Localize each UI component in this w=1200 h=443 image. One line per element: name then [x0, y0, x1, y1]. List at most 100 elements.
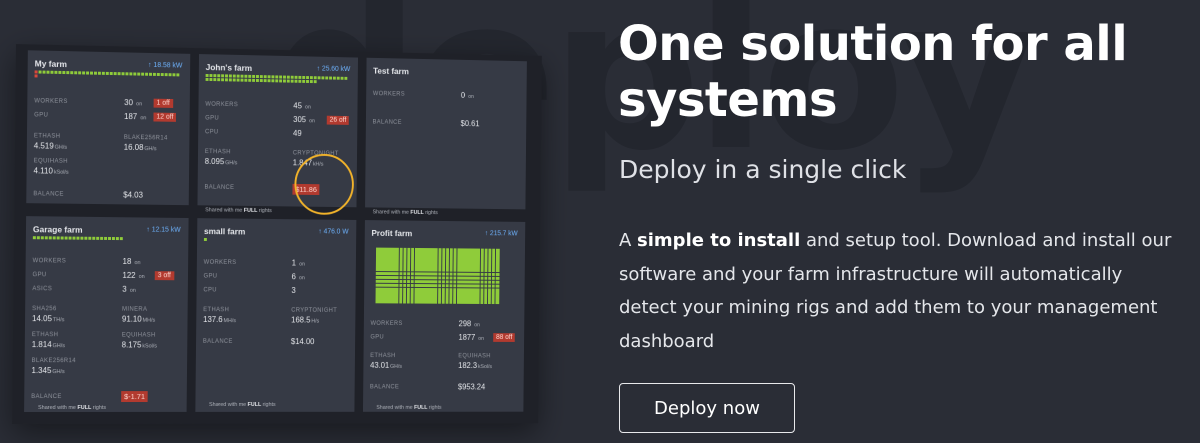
- gpu-off-badge: 3 off: [154, 271, 174, 281]
- farm-power: ↑ 215.7 kW: [484, 230, 518, 238]
- workers-label: WORKERS: [34, 98, 68, 105]
- balance-value: $4.03: [123, 190, 143, 200]
- balance-value: $953.24: [457, 382, 486, 392]
- hero-description: A simple to install and setup tool. Down…: [619, 230, 1172, 352]
- power-bolt-icon: ↑: [146, 226, 150, 234]
- algo-label: SHA256: [32, 306, 57, 313]
- worker-status-bars: [34, 70, 183, 80]
- algo-hashrate: 1.814GH/s: [31, 340, 66, 350]
- balance-value: $-1.71: [121, 391, 148, 403]
- farm-card-small-farm[interactable]: small farm ↑ 476.0 W WORKERS 1 on GPU 6 o…: [195, 218, 357, 412]
- workers-label: WORKERS: [203, 259, 237, 266]
- shared-rights-note: Shared with me FULL rights: [372, 209, 438, 217]
- balance-value: $14.00: [290, 337, 315, 347]
- algo-hashrate: 8.095GH/s: [204, 156, 238, 167]
- farm-name: small farm: [203, 226, 246, 237]
- farm-card-test-farm[interactable]: Test farm WORKERS 0 on BALANCE $0.61 Sha…: [365, 57, 527, 216]
- algo-label: EQUIHASH: [33, 158, 68, 165]
- algo-label: ETHASH: [31, 332, 59, 339]
- algo-label: ETHASH: [203, 307, 230, 314]
- workers-value: 45 on: [293, 101, 311, 111]
- shared-rights-note: Shared with me FULL rights: [205, 207, 272, 215]
- farm-name: John's farm: [205, 62, 253, 73]
- workers-value: 30 on: [124, 98, 143, 108]
- gpu-label: GPU: [32, 272, 47, 279]
- cpu-label: CPU: [205, 129, 219, 136]
- algo-hashrate: 43.01GH/s: [370, 360, 403, 370]
- farm-name: My farm: [34, 58, 68, 70]
- algo-label: EQUIHASH: [121, 332, 156, 339]
- workers-label: WORKERS: [370, 320, 403, 327]
- algo-label: MINERA: [122, 306, 148, 313]
- workers-value: 1 on: [291, 258, 306, 268]
- highlight-circle: [294, 153, 355, 216]
- hero-title: One solution for all systems: [618, 16, 1128, 128]
- farm-card-my-farm[interactable]: My farm ↑ 18.58 kW WORKERS 30 on 1 off GP…: [26, 50, 191, 206]
- algo-hashrate: 14.05TH/s: [31, 314, 65, 324]
- deploy-now-button[interactable]: Deploy now: [619, 383, 795, 433]
- balance-label: BALANCE: [202, 338, 233, 345]
- balance-label: BALANCE: [372, 119, 402, 126]
- farm-name: Garage farm: [32, 224, 83, 235]
- gpu-label: GPU: [205, 115, 220, 122]
- algo-hashrate: 1.345GH/s: [31, 366, 65, 376]
- power-bolt-icon: ↑: [316, 65, 321, 73]
- algo-label: BLAKE256R14: [123, 134, 168, 142]
- algo-hashrate: 8.175kSol/s: [121, 340, 158, 350]
- workers-label: WORKERS: [32, 258, 67, 265]
- workers-value: 298 on: [458, 319, 480, 329]
- worker-status-bars: [203, 237, 349, 242]
- workers-off-badge: 1 off: [153, 98, 173, 108]
- algo-hashrate: 4.110kSol/s: [33, 166, 69, 176]
- gpu-value: 122 on: [122, 270, 145, 281]
- algo-hashrate: 168.5H/s: [291, 315, 320, 325]
- hero-subtitle: Deploy in a single click: [619, 155, 907, 184]
- gpu-label: GPU: [370, 334, 384, 341]
- algo-label: ETHASH: [33, 133, 61, 140]
- algo-label: ETHASH: [370, 353, 396, 360]
- farm-power: ↑ 12.15 kW: [146, 226, 181, 234]
- workers-value: 0 on: [460, 90, 474, 100]
- farm-power: ↑ 25.60 kW: [316, 65, 351, 74]
- shared-rights-note: Shared with me FULL rights: [209, 402, 276, 408]
- dashboard-preview: My farm ↑ 18.58 kW WORKERS 30 on 1 off GP…: [12, 44, 542, 425]
- algo-hashrate: 16.08GH/s: [123, 142, 157, 153]
- asics-label: ASICS: [32, 286, 53, 293]
- gpu-value: 6 on: [291, 272, 305, 282]
- farm-name: Profit farm: [371, 227, 413, 239]
- workers-label: WORKERS: [205, 101, 239, 109]
- farm-power: ↑ 476.0 W: [318, 228, 349, 236]
- gpu-label: GPU: [34, 112, 49, 119]
- cpu-label: CPU: [203, 287, 217, 294]
- farm-card-garage-farm[interactable]: Garage farm ↑ 12.15 kW WORKERS 18 on GPU …: [24, 216, 189, 413]
- power-bolt-icon: ↑: [484, 230, 489, 238]
- algo-label: CRYPTONIGHT: [291, 307, 338, 314]
- algo-hashrate: 4.519GH/s: [33, 141, 68, 151]
- cpu-value: 49: [293, 128, 302, 138]
- asics-value: 3 on: [122, 284, 136, 294]
- workers-value: 18 on: [122, 256, 141, 267]
- algo-label: EQUIHASH: [458, 353, 491, 360]
- gpu-value: 305 on: [293, 115, 316, 125]
- gpu-label: GPU: [203, 273, 218, 280]
- balance-label: BALANCE: [33, 191, 64, 198]
- worker-status-bars: [205, 73, 351, 84]
- balance-label: BALANCE: [369, 384, 400, 391]
- workers-label: WORKERS: [372, 91, 406, 98]
- algo-hashrate: 137.6MH/s: [203, 315, 237, 325]
- gpu-value: 1877 on: [458, 332, 485, 342]
- worker-status-grid: [375, 247, 500, 304]
- gpu-value: 187 on: [124, 112, 147, 122]
- gpu-off-badge: 12 off: [153, 112, 177, 122]
- gpu-off-badge: 26 off: [326, 115, 350, 125]
- balance-label: BALANCE: [31, 394, 62, 401]
- cpu-value: 3: [291, 286, 296, 295]
- power-bolt-icon: ↑: [148, 61, 152, 69]
- farm-power: ↑ 18.58 kW: [148, 61, 183, 70]
- farm-card-profit-farm[interactable]: Profit farm ↑ 215.7 kW WORKERS 298 on GPU…: [362, 220, 526, 412]
- algo-label: BLAKE256R14: [31, 358, 76, 365]
- balance-value: $0.61: [460, 119, 480, 129]
- farm-name: Test farm: [373, 65, 409, 77]
- shared-rights-note: Shared with me FULL rights: [38, 404, 107, 411]
- gpu-off-badge: 88 off: [493, 333, 516, 342]
